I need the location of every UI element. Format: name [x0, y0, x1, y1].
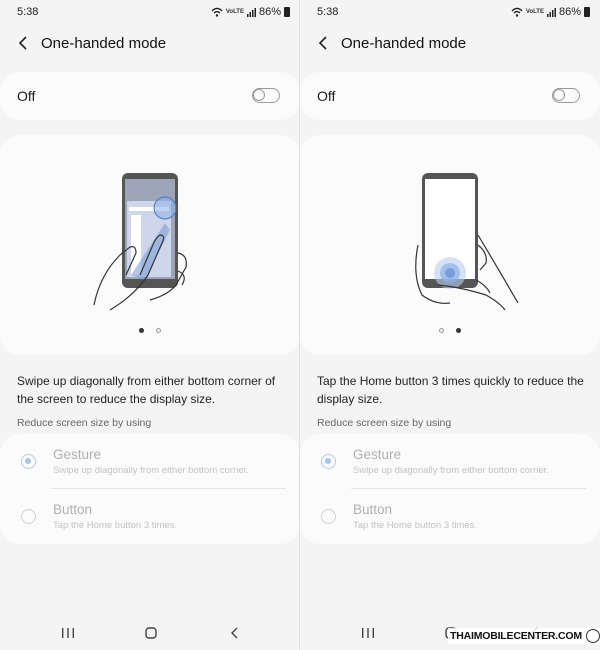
watermark-text: THAIMOBILECENTER.COM: [450, 630, 582, 642]
option-title: Button: [53, 502, 93, 517]
recents-icon[interactable]: [57, 622, 79, 644]
toggle-label: Off: [17, 88, 36, 104]
page-indicator: [0, 328, 300, 336]
page-title: One-handed mode: [41, 35, 167, 52]
method-options: Gesture Swipe up diagonally from either …: [0, 434, 300, 544]
signal-icon: [246, 8, 256, 17]
screen-gesture: 5:38 VoLTE 86% One-handed mode Off Swipe…: [0, 0, 300, 650]
page-dot-1[interactable]: [139, 328, 144, 333]
nav-bar: [0, 622, 300, 644]
page-indicator: [300, 328, 600, 336]
method-options: Gesture Swipe up diagonally from either …: [300, 434, 600, 544]
switch-knob: [553, 89, 565, 101]
option-title: Button: [353, 502, 393, 517]
option-button[interactable]: Button Tap the Home button 3 times.: [0, 490, 300, 544]
master-toggle-row[interactable]: Off: [0, 72, 300, 120]
option-title: Gesture: [353, 447, 402, 462]
illustration-card[interactable]: [300, 135, 600, 355]
button-radio[interactable]: [21, 509, 36, 524]
page-title: One-handed mode: [341, 35, 467, 52]
home-button-tap-illustration: [415, 173, 519, 311]
battery-percent: 86%: [258, 6, 281, 18]
gesture-radio[interactable]: [321, 454, 336, 469]
volte-indicator: VoLTE: [525, 9, 544, 15]
gesture-radio[interactable]: [21, 454, 36, 469]
battery-icon: [284, 7, 290, 17]
recents-icon[interactable]: [357, 622, 379, 644]
status-bar: 5:38 VoLTE 86%: [317, 6, 590, 20]
app-bar: One-handed mode: [300, 30, 600, 58]
battery-icon: [584, 7, 590, 17]
volte-indicator: VoLTE: [225, 9, 244, 15]
screen-button: 5:38 VoLTE 86% One-handed mode Off Tap t…: [300, 0, 600, 650]
app-bar: One-handed mode: [0, 30, 300, 58]
option-subtitle: Swipe up diagonally from either bottom c…: [353, 465, 549, 476]
status-bar: 5:38 VoLTE 86%: [17, 6, 290, 20]
back-icon[interactable]: [224, 622, 246, 644]
description-text: Swipe up diagonally from either bottom c…: [17, 374, 276, 406]
section-header: Reduce screen size by using: [17, 417, 152, 429]
master-toggle-row[interactable]: Off: [300, 72, 600, 120]
option-subtitle: Tap the Home button 3 times.: [353, 520, 478, 531]
divider: [51, 488, 286, 489]
wifi-icon: [211, 7, 223, 17]
home-icon[interactable]: [140, 622, 162, 644]
signal-icon: [546, 8, 556, 17]
page-dot-2[interactable]: [456, 328, 461, 333]
back-arrow-icon[interactable]: [15, 34, 33, 52]
switch-knob: [253, 89, 265, 101]
option-subtitle: Tap the Home button 3 times.: [53, 520, 178, 531]
wifi-icon: [511, 7, 523, 17]
page-dot-2[interactable]: [156, 328, 161, 333]
button-radio[interactable]: [321, 509, 336, 524]
option-subtitle: Swipe up diagonally from either bottom c…: [53, 465, 249, 476]
option-button[interactable]: Button Tap the Home button 3 times.: [300, 490, 600, 544]
status-time: 5:38: [17, 6, 39, 18]
swipe-gesture-illustration: [93, 173, 187, 311]
back-arrow-icon[interactable]: [315, 34, 333, 52]
toggle-label: Off: [317, 88, 336, 104]
divider: [351, 488, 586, 489]
option-gesture[interactable]: Gesture Swipe up diagonally from either …: [0, 434, 300, 490]
battery-percent: 86%: [558, 6, 581, 18]
option-gesture[interactable]: Gesture Swipe up diagonally from either …: [300, 434, 600, 490]
watermark-logo-icon: [585, 629, 600, 643]
option-title: Gesture: [53, 447, 102, 462]
section-header: Reduce screen size by using: [317, 417, 452, 429]
one-handed-switch[interactable]: [252, 88, 280, 103]
status-time: 5:38: [317, 6, 339, 18]
page-dot-1[interactable]: [439, 328, 444, 333]
one-handed-switch[interactable]: [552, 88, 580, 103]
site-watermark: THAIMOBILECENTER.COM: [448, 628, 600, 644]
description-text: Tap the Home button 3 times quickly to r…: [317, 374, 584, 406]
illustration-card[interactable]: [0, 135, 300, 355]
